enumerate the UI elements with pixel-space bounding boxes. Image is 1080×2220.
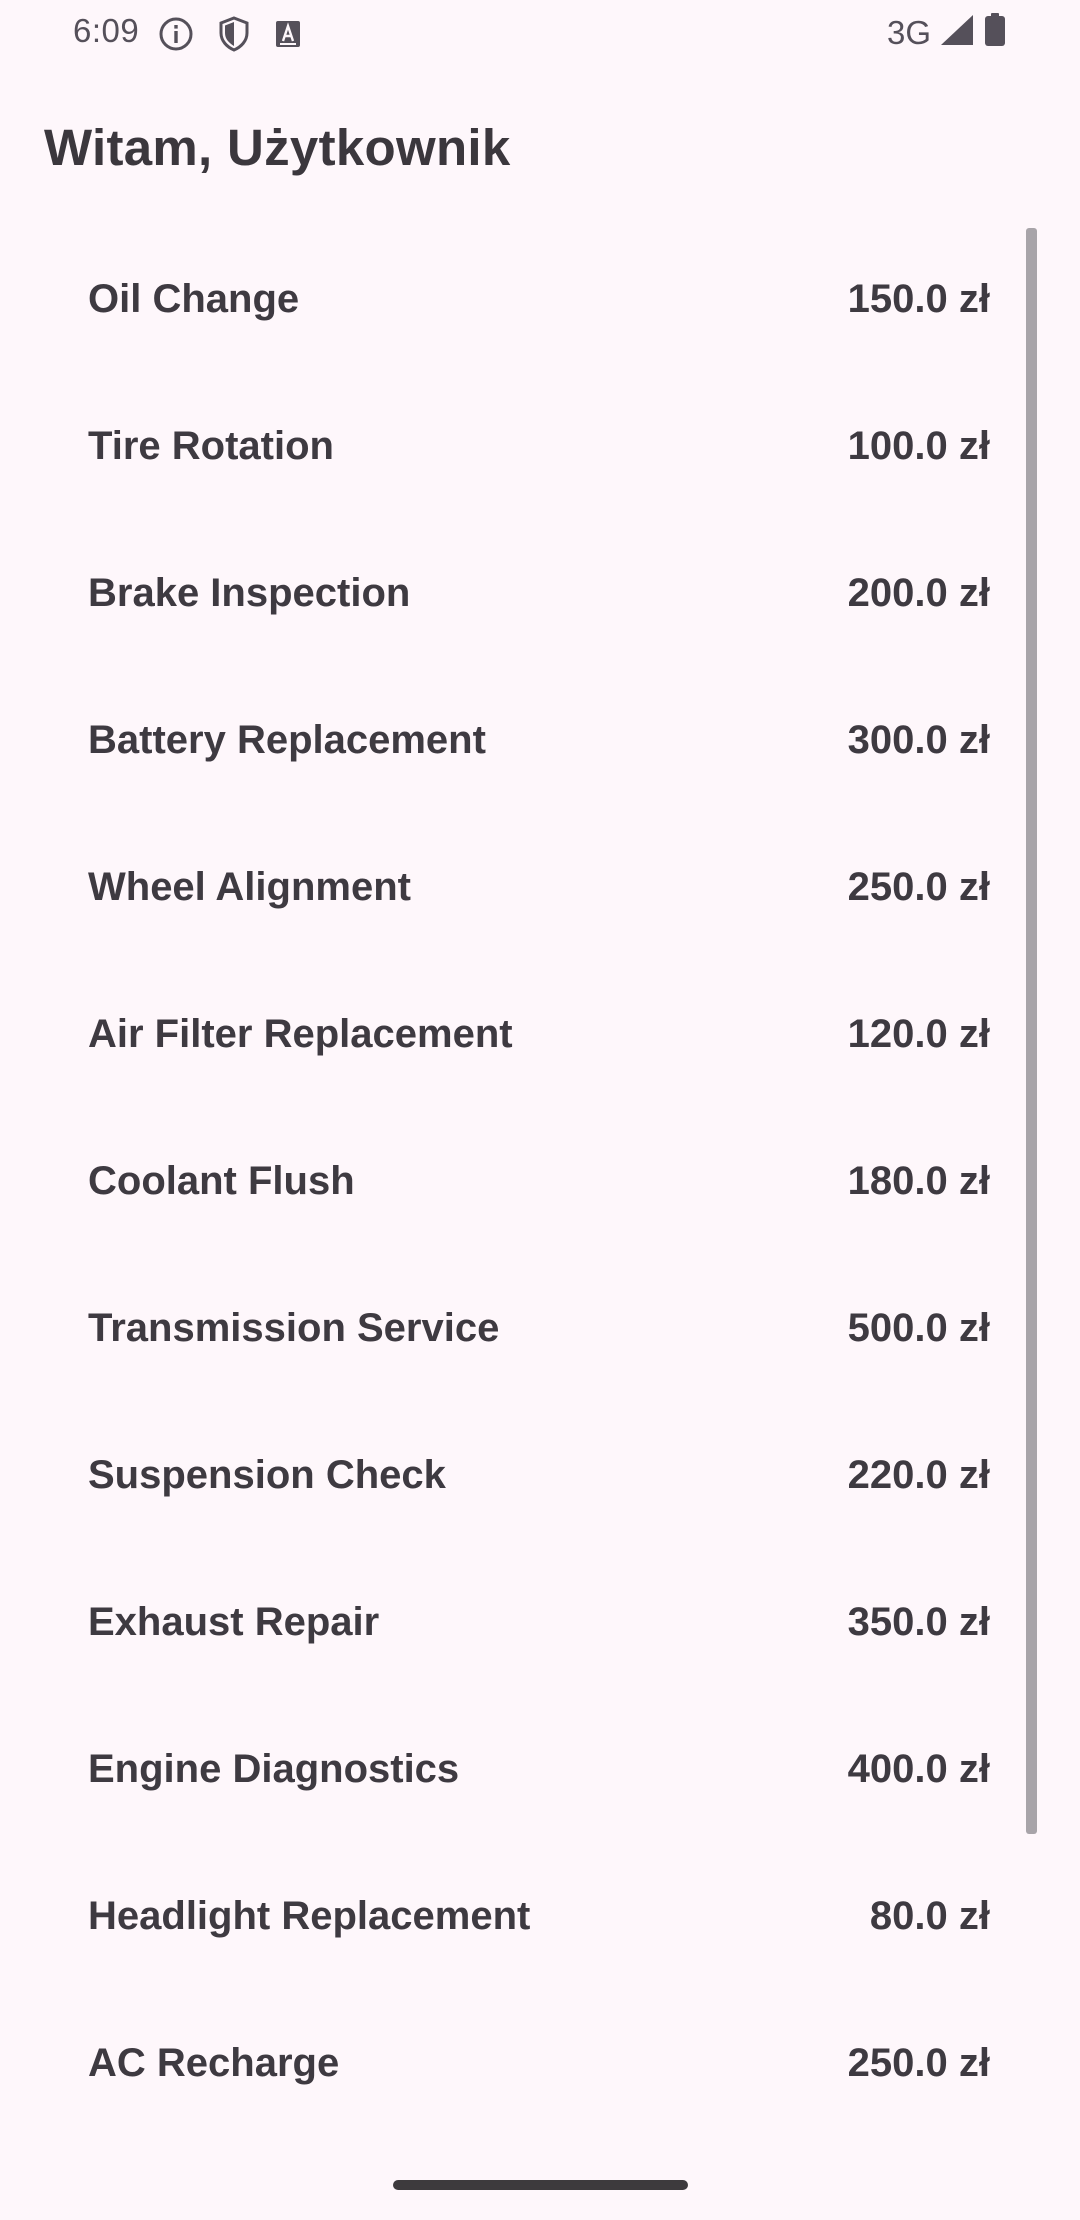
info-icon — [158, 16, 194, 52]
list-item[interactable]: Headlight Replacement 80.0 zł — [0, 1845, 1080, 1992]
service-name: Brake Inspection — [88, 571, 411, 615]
service-list[interactable]: Oil Change 150.0 zł Tire Rotation 100.0 … — [0, 228, 1080, 2139]
service-name: Battery Replacement — [88, 718, 486, 762]
list-item[interactable]: Wheel Alignment 250.0 zł — [0, 816, 1080, 963]
service-price: 350.0 zł — [847, 1600, 990, 1644]
service-name: AC Recharge — [88, 2041, 340, 2085]
service-price: 400.0 zł — [847, 1747, 990, 1791]
list-item[interactable]: Transmission Service 500.0 zł — [0, 1257, 1080, 1404]
status-bar: 6:09 3G — [0, 0, 1080, 66]
service-price: 250.0 zł — [847, 865, 990, 909]
list-item[interactable]: Battery Replacement 300.0 zł — [0, 669, 1080, 816]
service-price: 300.0 zł — [847, 718, 990, 762]
page-title: Witam, Użytkownik — [44, 119, 511, 176]
list-item[interactable]: Coolant Flush 180.0 zł — [0, 1110, 1080, 1257]
service-name: Transmission Service — [88, 1306, 500, 1350]
service-name: Oil Change — [88, 277, 300, 321]
service-name: Headlight Replacement — [88, 1894, 531, 1938]
text-badge-icon — [274, 19, 302, 49]
shield-icon — [218, 16, 250, 52]
list-item[interactable]: Air Filter Replacement 120.0 zł — [0, 963, 1080, 1110]
service-price: 80.0 zł — [869, 1894, 990, 1938]
service-name: Suspension Check — [88, 1453, 446, 1497]
battery-icon — [983, 12, 1007, 53]
signal-icon — [939, 13, 975, 52]
service-price: 500.0 zł — [847, 1306, 990, 1350]
list-item[interactable]: Oil Change 150.0 zł — [0, 228, 1080, 375]
service-price: 150.0 zł — [847, 277, 990, 321]
service-name: Exhaust Repair — [88, 1600, 380, 1644]
service-price: 250.0 zł — [847, 2041, 990, 2085]
service-price: 200.0 zł — [847, 571, 990, 615]
service-name: Air Filter Replacement — [88, 1012, 513, 1056]
status-time: 6:09 — [73, 12, 140, 49]
list-item[interactable]: Exhaust Repair 350.0 zł — [0, 1551, 1080, 1698]
service-name: Engine Diagnostics — [88, 1747, 460, 1791]
list-item[interactable]: AC Recharge 250.0 zł — [0, 1992, 1080, 2139]
service-name: Tire Rotation — [88, 424, 334, 468]
status-right: 3G — [887, 12, 1007, 53]
service-price: 120.0 zł — [847, 1012, 990, 1056]
network-type-label: 3G — [886, 13, 931, 51]
service-price: 100.0 zł — [847, 424, 990, 468]
service-price: 220.0 zł — [847, 1453, 990, 1497]
service-price: 180.0 zł — [847, 1159, 990, 1203]
status-left-icons — [158, 16, 302, 52]
service-name: Wheel Alignment — [88, 865, 411, 909]
list-item[interactable]: Brake Inspection 200.0 zł — [0, 522, 1080, 669]
list-item[interactable]: Tire Rotation 100.0 zł — [0, 375, 1080, 522]
service-name: Coolant Flush — [88, 1159, 355, 1203]
home-indicator[interactable] — [393, 2180, 688, 2190]
list-item[interactable]: Suspension Check 220.0 zł — [0, 1404, 1080, 1551]
scrollbar-thumb[interactable] — [1026, 228, 1037, 1834]
list-item[interactable]: Engine Diagnostics 400.0 zł — [0, 1698, 1080, 1845]
